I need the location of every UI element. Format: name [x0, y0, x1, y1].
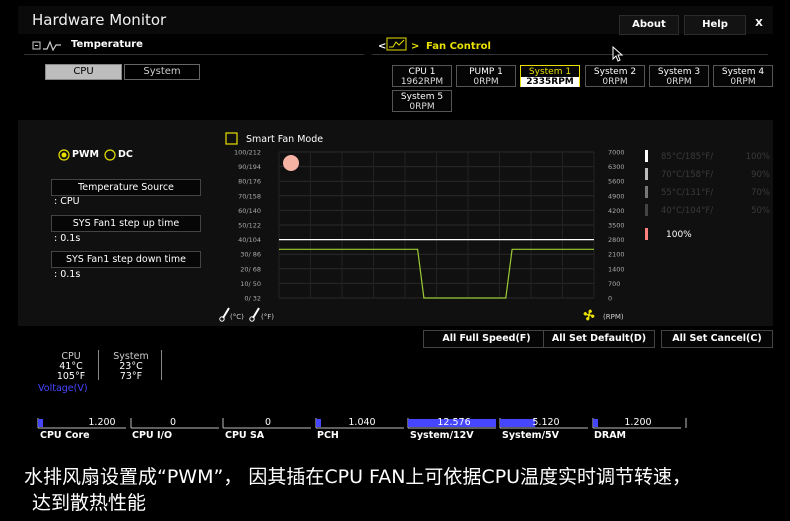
caption-line-1: 水排风扇设置成“PWM”， 因其插在CPU FAN上可依据CPU温度实时调节转速… [24, 466, 692, 488]
legend-pct-label: 50% [751, 206, 770, 216]
voltage-name-dram: DRAM [594, 430, 627, 441]
caption-text: 水排风扇设置成“PWM”， 因其插在CPU FAN上可依据CPU温度实时调节转速… [24, 464, 774, 516]
unit-rpm-label: (RPM) [603, 313, 624, 321]
legend-pct-label: 100% [746, 152, 770, 162]
smart-fan-checkbox[interactable] [225, 132, 238, 145]
legend-swatch [645, 186, 648, 198]
y-left-tick-label: 40/104 [238, 236, 261, 244]
y-left-tick-label: 90/194 [238, 163, 261, 171]
cpu-temp-readout: CPU 41°C 105°F [56, 351, 86, 382]
legend-swatch [645, 150, 648, 162]
chart-y-left-ticks: 100/212 90/194 80/176 70/158 60/140 50/122 40/… [234, 149, 261, 303]
voltage-name-cpu-io: CPU I/O [132, 430, 173, 441]
y-right-tick-label: 7000 [608, 149, 625, 157]
legend-swatch [645, 204, 648, 216]
all-set-default-button[interactable]: All Set Default(D) [543, 330, 655, 348]
y-left-tick-label: 80/176 [238, 178, 261, 186]
all-full-speed-button[interactable]: All Full Speed(F) [423, 330, 550, 348]
y-right-tick-label: 5600 [608, 178, 625, 186]
curve-point-handle[interactable] [283, 155, 299, 171]
legend-temp-label: 55°C/131°F/ [661, 188, 713, 198]
temp-divider-2 [161, 350, 162, 380]
y-right-tick-label: 3500 [608, 222, 625, 230]
y-left-tick-label: 100/212 [234, 149, 261, 157]
voltage-value-cpu-sa: 0 [264, 417, 272, 428]
thermometer-c-icon [219, 307, 230, 322]
current-level-pct: 100% [666, 230, 692, 240]
legend-temp-label: 40°C/104°F/ [661, 206, 713, 216]
voltage-name-system-5v: System/5V [502, 430, 560, 441]
chart-legend: 85°C/185°F/100% 70°C/158°F/90% 55°C/131°F/… [645, 150, 770, 240]
y-right-tick-label: 4900 [608, 192, 625, 200]
voltage-value-system-5v: 5.120 [532, 417, 560, 428]
y-left-tick-label: 20/ 68 [240, 265, 261, 273]
chart-y-right-ticks: 7000630056004900420035002800210014007000 [608, 149, 625, 303]
smart-fan-label: Smart Fan Mode [246, 134, 323, 145]
voltage-value-pch: 1.040 [348, 417, 376, 428]
y-left-tick-label: 0/ 32 [244, 295, 261, 303]
legend-temp-label: 70°C/158°F/ [661, 170, 713, 180]
system-temp-readout: System 23°C 73°F [113, 351, 149, 382]
voltage-value-cpu-io: 0 [169, 417, 177, 428]
y-right-tick-label: 0 [608, 295, 612, 303]
voltage-fill [38, 419, 43, 427]
fan-curve-chart: Smart Fan Mode 100/212 90/194 80/176 70/158… [219, 132, 770, 322]
hardware-monitor-screen: Hardware Monitor About Help X Temperatur… [18, 6, 773, 454]
voltage-label: Voltage(V) [38, 383, 88, 394]
current-level-swatch [645, 228, 648, 240]
y-right-tick-label: 2100 [608, 251, 625, 259]
voltage-value-system-12v: 12.576 [437, 417, 471, 428]
fan-icon [583, 309, 595, 321]
caption-line-2: 达到散热性能 [32, 492, 147, 514]
y-right-tick-label: 6300 [608, 163, 625, 171]
y-right-tick-label: 1400 [608, 265, 625, 273]
unit-c-label: (°C) [230, 313, 244, 321]
y-left-tick-label: 60/140 [238, 207, 261, 215]
unit-f-label: (°F) [261, 313, 274, 321]
y-left-tick-label: 50/122 [238, 222, 261, 230]
legend-temp-label: 85°C/185°F/ [661, 152, 713, 162]
voltage-name-cpu-sa: CPU SA [225, 430, 265, 441]
voltage-value-dram: 1.200 [624, 417, 652, 428]
legend-pct-label: 90% [751, 170, 770, 180]
y-right-tick-label: 2800 [608, 236, 625, 244]
chart-grid [278, 151, 595, 299]
voltage-name-system-12v: System/12V [410, 430, 474, 441]
temp-divider-1 [98, 350, 99, 380]
y-right-tick-label: 4200 [608, 207, 625, 215]
legend-pct-label: 70% [751, 188, 770, 198]
thermometer-f-icon [249, 307, 260, 322]
y-left-tick-label: 10/ 50 [240, 280, 261, 288]
voltage-name-cpu-core: CPU Core [40, 430, 90, 441]
voltage-name-pch: PCH [317, 430, 339, 441]
legend-swatch [645, 168, 648, 180]
y-left-tick-label: 70/158 [238, 192, 261, 200]
y-left-tick-label: 30/ 86 [240, 251, 261, 259]
y-right-tick-label: 700 [608, 280, 620, 288]
all-set-cancel-button[interactable]: All Set Cancel(C) [661, 330, 773, 348]
